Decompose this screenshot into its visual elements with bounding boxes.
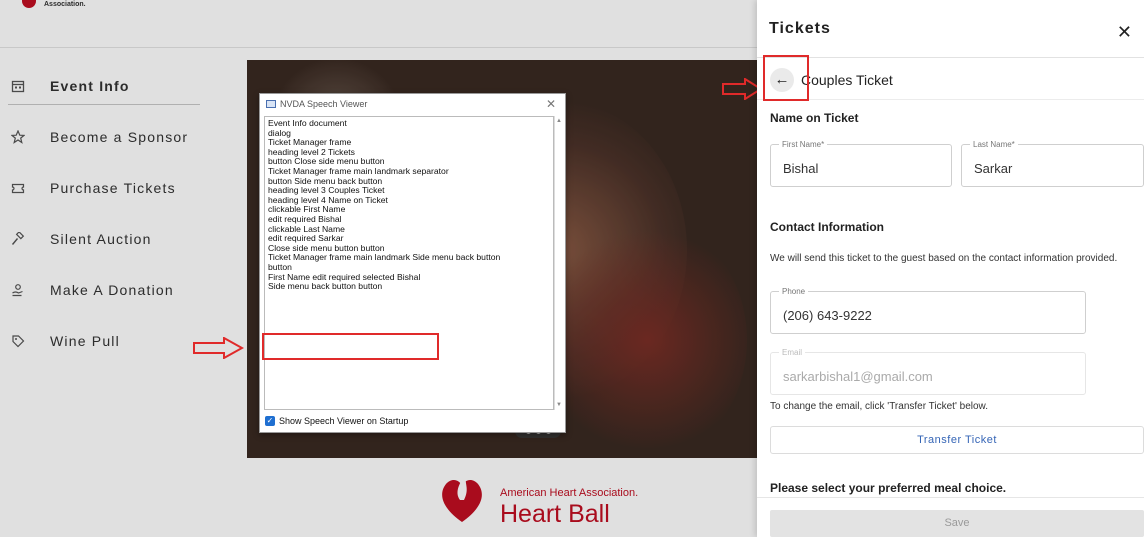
phone-field[interactable]: Phone (206) 643-9222	[770, 287, 1086, 334]
phone-label: Phone	[779, 287, 809, 296]
email-change-note: To change the email, click 'Transfer Tic…	[770, 401, 988, 412]
contact-information-heading: Contact Information	[770, 220, 884, 234]
email-label: Email	[779, 348, 806, 357]
ticket-type-title: Couples Ticket	[801, 72, 893, 88]
nvda-speech-viewer-window: NVDA Speech Viewer ✕ Event Info document…	[259, 93, 566, 433]
close-icon[interactable]: ✕	[546, 97, 556, 111]
last-name-field[interactable]: Last Name* Sarkar	[961, 140, 1144, 187]
email-field: Email sarkarbishal1@gmail.com	[770, 348, 1086, 395]
transfer-ticket-button[interactable]: Transfer Ticket	[770, 426, 1144, 454]
first-name-field[interactable]: First Name* Bishal	[770, 140, 952, 187]
contact-note: We will send this ticket to the guest ba…	[770, 253, 1118, 264]
startup-checkbox-row[interactable]: ✓ Show Speech Viewer on Startup	[265, 416, 408, 426]
speech-line: Event Info document	[268, 118, 347, 128]
nvda-app-icon	[266, 100, 276, 108]
startup-checkbox-label: Show Speech Viewer on Startup	[279, 416, 409, 426]
speech-line: Ticket Manager frame main landmark Side …	[268, 252, 501, 263]
panel-title: Tickets	[769, 20, 831, 37]
tickets-side-panel: Tickets ✕ ← Couples Ticket Name on Ticke…	[757, 0, 1144, 537]
phone-value: (206) 643-9222	[783, 308, 872, 323]
annotation-highlight-box	[763, 55, 809, 101]
meal-choice-heading: Please select your preferred meal choice…	[770, 481, 1007, 495]
first-name-value: Bishal	[783, 161, 819, 176]
divider	[757, 497, 1144, 498]
checkbox-checked-icon[interactable]: ✓	[265, 416, 275, 426]
annotation-highlight-box	[262, 333, 439, 360]
email-value: sarkarbishal1@gmail.com	[783, 369, 933, 384]
close-side-menu-button[interactable]: ✕	[1117, 22, 1132, 43]
last-name-label: Last Name*	[970, 140, 1018, 149]
nvda-speech-log[interactable]: Event Info document dialog Ticket Manage…	[264, 116, 554, 410]
nvda-scrollbar[interactable]: ▲ ▼	[554, 116, 563, 410]
annotation-arrow-icon	[193, 337, 244, 359]
nvda-titlebar: NVDA Speech Viewer	[260, 94, 565, 114]
panel-subheader: ← Couples Ticket	[757, 58, 1144, 100]
name-on-ticket-heading: Name on Ticket	[770, 111, 859, 125]
last-name-value: Sarkar	[974, 161, 1013, 176]
speech-line: Side menu back button button	[268, 281, 383, 292]
panel-header: Tickets ✕	[757, 0, 1144, 58]
first-name-label: First Name*	[779, 140, 828, 149]
save-button[interactable]: Save	[770, 510, 1144, 537]
nvda-title: NVDA Speech Viewer	[280, 99, 368, 109]
